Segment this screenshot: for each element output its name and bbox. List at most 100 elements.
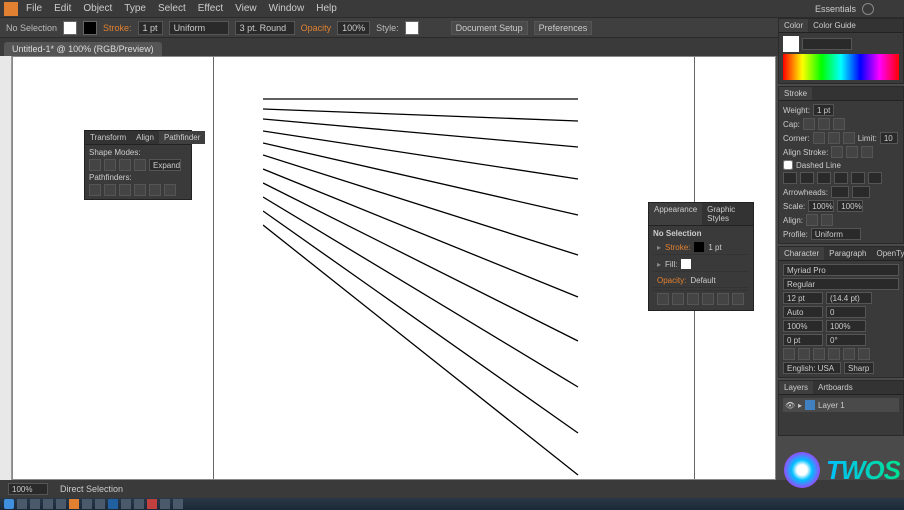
taskbar-icon[interactable] [108, 499, 118, 509]
shape-mode-exclude[interactable] [134, 159, 146, 171]
menu-edit[interactable]: Edit [54, 3, 71, 14]
arrow-end[interactable] [852, 186, 870, 198]
kerning-field[interactable]: Auto [783, 306, 823, 318]
taskbar-icon[interactable] [69, 499, 79, 509]
vscale-field[interactable]: 100% [783, 320, 823, 332]
tab-color[interactable]: Color [779, 19, 808, 32]
profile-field[interactable]: Uniform [811, 228, 861, 240]
clear-icon[interactable] [717, 293, 729, 305]
gap-2[interactable] [834, 172, 848, 184]
appearance-fill-label[interactable]: Fill: [665, 260, 677, 269]
dash-1[interactable] [783, 172, 797, 184]
menu-effect[interactable]: Effect [198, 3, 223, 14]
stroke-weight-field[interactable]: 1 pt [138, 21, 163, 35]
start-button[interactable] [4, 499, 14, 509]
antialiasing-field[interactable]: Sharp [844, 362, 874, 374]
add-effect-icon[interactable] [702, 293, 714, 305]
delete-icon[interactable] [732, 293, 744, 305]
taskbar-icon[interactable] [160, 499, 170, 509]
limit-field[interactable]: 10 [880, 132, 898, 144]
ruler-vertical[interactable] [0, 56, 12, 480]
pathfinder-minusback[interactable] [164, 184, 176, 196]
tab-align[interactable]: Align [131, 131, 159, 144]
scale-start[interactable]: 100% [808, 200, 834, 212]
pathfinder-merge[interactable] [119, 184, 131, 196]
search-icon[interactable] [862, 3, 874, 15]
cap-butt[interactable] [803, 118, 815, 130]
stroke-profile-field[interactable]: Uniform [169, 21, 229, 35]
stroke-label[interactable]: Stroke: [103, 23, 132, 33]
eye-icon[interactable]: 👁 [785, 401, 795, 410]
rotation-field[interactable]: 0° [826, 334, 866, 346]
taskbar-icon[interactable] [95, 499, 105, 509]
shape-mode-minus[interactable] [104, 159, 116, 171]
add-fill-icon[interactable] [687, 293, 699, 305]
appearance-stroke-label[interactable]: Stroke: [665, 243, 690, 252]
pathfinder-outline[interactable] [149, 184, 161, 196]
preferences-button[interactable]: Preferences [534, 21, 593, 35]
subscript-icon[interactable] [828, 348, 840, 360]
arrow-start[interactable] [831, 186, 849, 198]
appearance-panel[interactable]: Appearance Graphic Styles No Selection ▸… [648, 202, 754, 311]
triangle-icon[interactable]: ▸ [657, 243, 661, 252]
tt-cap-icon[interactable] [783, 348, 795, 360]
appearance-opacity-label[interactable]: Opacity: [657, 276, 686, 285]
strikethrough-icon[interactable] [858, 348, 870, 360]
tab-character[interactable]: Character [779, 247, 824, 260]
tt-small-icon[interactable] [798, 348, 810, 360]
align-arrow-1[interactable] [806, 214, 818, 226]
align-arrow-2[interactable] [821, 214, 833, 226]
add-stroke-icon[interactable] [672, 293, 684, 305]
opacity-label[interactable]: Opacity [301, 23, 332, 33]
brush-field[interactable]: 3 pt. Round [235, 21, 295, 35]
tab-stroke[interactable]: Stroke [779, 87, 812, 100]
weight-field[interactable]: 1 pt [813, 104, 834, 116]
menu-file[interactable]: File [26, 3, 42, 14]
document-tab[interactable]: Untitled-1* @ 100% (RGB/Preview) [4, 42, 162, 56]
align-center[interactable] [831, 146, 843, 158]
layers-panel[interactable]: Layers Artboards 👁 ▸ Layer 1 [778, 380, 904, 436]
pathfinder-divide[interactable] [89, 184, 101, 196]
tab-appearance[interactable]: Appearance [649, 203, 702, 225]
tab-layers[interactable]: Layers [779, 381, 813, 394]
menu-type[interactable]: Type [124, 3, 146, 14]
tab-graphic-styles[interactable]: Graphic Styles [702, 203, 753, 225]
pathfinder-trim[interactable] [104, 184, 116, 196]
color-value-field[interactable] [802, 38, 852, 50]
layer-color-swatch[interactable] [805, 400, 815, 410]
tab-color-guide[interactable]: Color Guide [808, 19, 861, 32]
taskbar-icon[interactable] [147, 499, 157, 509]
menu-window[interactable]: Window [269, 3, 305, 14]
menu-object[interactable]: Object [83, 3, 112, 14]
tracking-field[interactable]: 0 [826, 306, 866, 318]
dash-2[interactable] [817, 172, 831, 184]
taskbar-icon[interactable] [17, 499, 27, 509]
pathfinder-panel[interactable]: Transform Align Pathfinder Shape Modes: … [84, 130, 192, 200]
taskbar-icon[interactable] [134, 499, 144, 509]
leading-field[interactable]: (14.4 pt) [826, 292, 872, 304]
style-swatch[interactable] [405, 21, 419, 35]
pathfinder-crop[interactable] [134, 184, 146, 196]
windows-taskbar[interactable] [0, 498, 904, 510]
hscale-field[interactable]: 100% [826, 320, 866, 332]
taskbar-icon[interactable] [173, 499, 183, 509]
align-outside[interactable] [861, 146, 873, 158]
baseline-field[interactable]: 0 pt [783, 334, 823, 346]
layer-name[interactable]: Layer 1 [818, 401, 845, 410]
triangle-icon[interactable]: ▸ [657, 260, 661, 269]
stroke-panel[interactable]: Stroke Weight:1 pt Cap: Corner:Limit:10 … [778, 86, 904, 244]
taskbar-icon[interactable] [121, 499, 131, 509]
zoom-field[interactable]: 100% [8, 483, 48, 495]
appearance-stroke-swatch[interactable] [694, 242, 704, 252]
align-inside[interactable] [846, 146, 858, 158]
shape-mode-unite[interactable] [89, 159, 101, 171]
taskbar-icon[interactable] [43, 499, 53, 509]
color-panel[interactable]: Color Color Guide [778, 18, 904, 84]
doc-setup-button[interactable]: Document Setup [451, 21, 528, 35]
superscript-icon[interactable] [813, 348, 825, 360]
tab-paragraph[interactable]: Paragraph [824, 247, 871, 260]
corner-miter[interactable] [813, 132, 825, 144]
menu-help[interactable]: Help [316, 3, 337, 14]
menu-view[interactable]: View [235, 3, 257, 14]
tab-artboards[interactable]: Artboards [813, 381, 858, 394]
